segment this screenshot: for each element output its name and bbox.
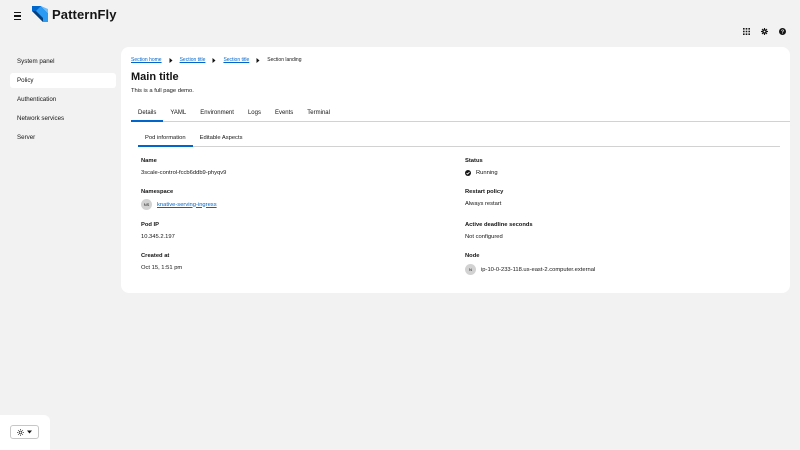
sidebar-item-authentication[interactable]: Authentication [10,92,116,107]
main-card: Section home Section title Section title… [121,47,790,293]
breadcrumb-link-section-title-2[interactable]: Section title [223,57,249,63]
tab-details[interactable]: Details [131,104,164,122]
help-icon[interactable]: ? [778,27,786,35]
chevron-right-icon [256,57,260,63]
pod-ip-value: 10.345.2.197 [141,234,175,240]
sidebar-item-policy[interactable]: Policy [10,73,116,88]
name-value: 3scale-control-fccb6ddb9-phyqv9 [141,170,227,176]
restart-policy-label: Restart policy [465,189,504,195]
breadcrumb-link-section-title[interactable]: Section title [180,57,206,63]
restart-policy-value: Always restart [465,201,502,207]
node-badge: N [465,264,476,275]
status-label: Status [465,158,483,164]
namespace-value-row: NS knative-serving-ingress [141,199,217,210]
toolbar: ? [742,27,786,35]
secondary-tabs: Pod information Editable Aspects [138,129,780,147]
tab-environment[interactable]: Environment [193,104,241,121]
check-circle-icon [465,170,471,176]
subtab-editable-aspects[interactable]: Editable Aspects [193,129,250,146]
namespace-label: Namespace [141,189,174,195]
tab-events[interactable]: Events [268,104,300,121]
sidebar-item-system-panel[interactable]: System panel [10,54,116,69]
active-deadline-label: Active deadline seconds [465,222,533,228]
patternfly-logo-icon [32,6,48,22]
sun-icon [17,428,24,436]
hamburger-menu-icon[interactable] [11,9,25,23]
tab-logs[interactable]: Logs [241,104,268,121]
created-at-label: Created at [141,253,170,259]
namespace-badge: NS [141,199,152,210]
masthead: PatternFly ? [0,0,800,40]
node-label: Node [465,253,480,259]
tab-terminal[interactable]: Terminal [300,104,337,121]
chevron-right-icon [212,57,216,63]
name-label: Name [141,158,157,164]
node-value: ip-10-0-233-118.us-east-2.computer.exter… [481,266,596,273]
sidebar-item-network-services[interactable]: Network services [10,111,116,126]
svg-text:?: ? [780,29,783,35]
breadcrumb-current: Section landing [267,57,302,63]
brand-name: PatternFly [52,6,117,22]
sidebar-item-server[interactable]: Server [10,130,116,145]
page-subtitle: This is a full page demo. [131,88,194,94]
primary-tabs: Details YAML Environment Logs Events Ter… [131,104,790,122]
gear-icon[interactable] [760,27,768,35]
namespace-link[interactable]: knative-serving-ingress [157,202,217,208]
sidebar-nav: System panel Policy Authentication Netwo… [10,54,116,149]
node-value-row: N ip-10-0-233-118.us-east-2.computer.ext… [465,264,595,275]
status-value: Running [476,170,498,176]
created-at-value: Oct 15, 1:51 pm [141,265,183,271]
chevron-right-icon [169,57,173,63]
theme-toggle-button[interactable] [10,425,39,439]
grid-icon[interactable] [742,27,750,35]
breadcrumb-link-section-home[interactable]: Section home [131,57,162,63]
theme-panel [0,415,50,450]
pod-ip-label: Pod IP [141,222,160,228]
tab-yaml[interactable]: YAML [163,104,193,121]
breadcrumb: Section home Section title Section title… [131,57,302,63]
brand-logo[interactable]: PatternFly [32,6,117,22]
active-deadline-value: Not configured [465,234,503,240]
page-title: Main title [131,71,179,83]
subtab-pod-information[interactable]: Pod information [138,129,193,147]
caret-down-icon [27,430,32,434]
status-value-row: Running [465,170,498,176]
